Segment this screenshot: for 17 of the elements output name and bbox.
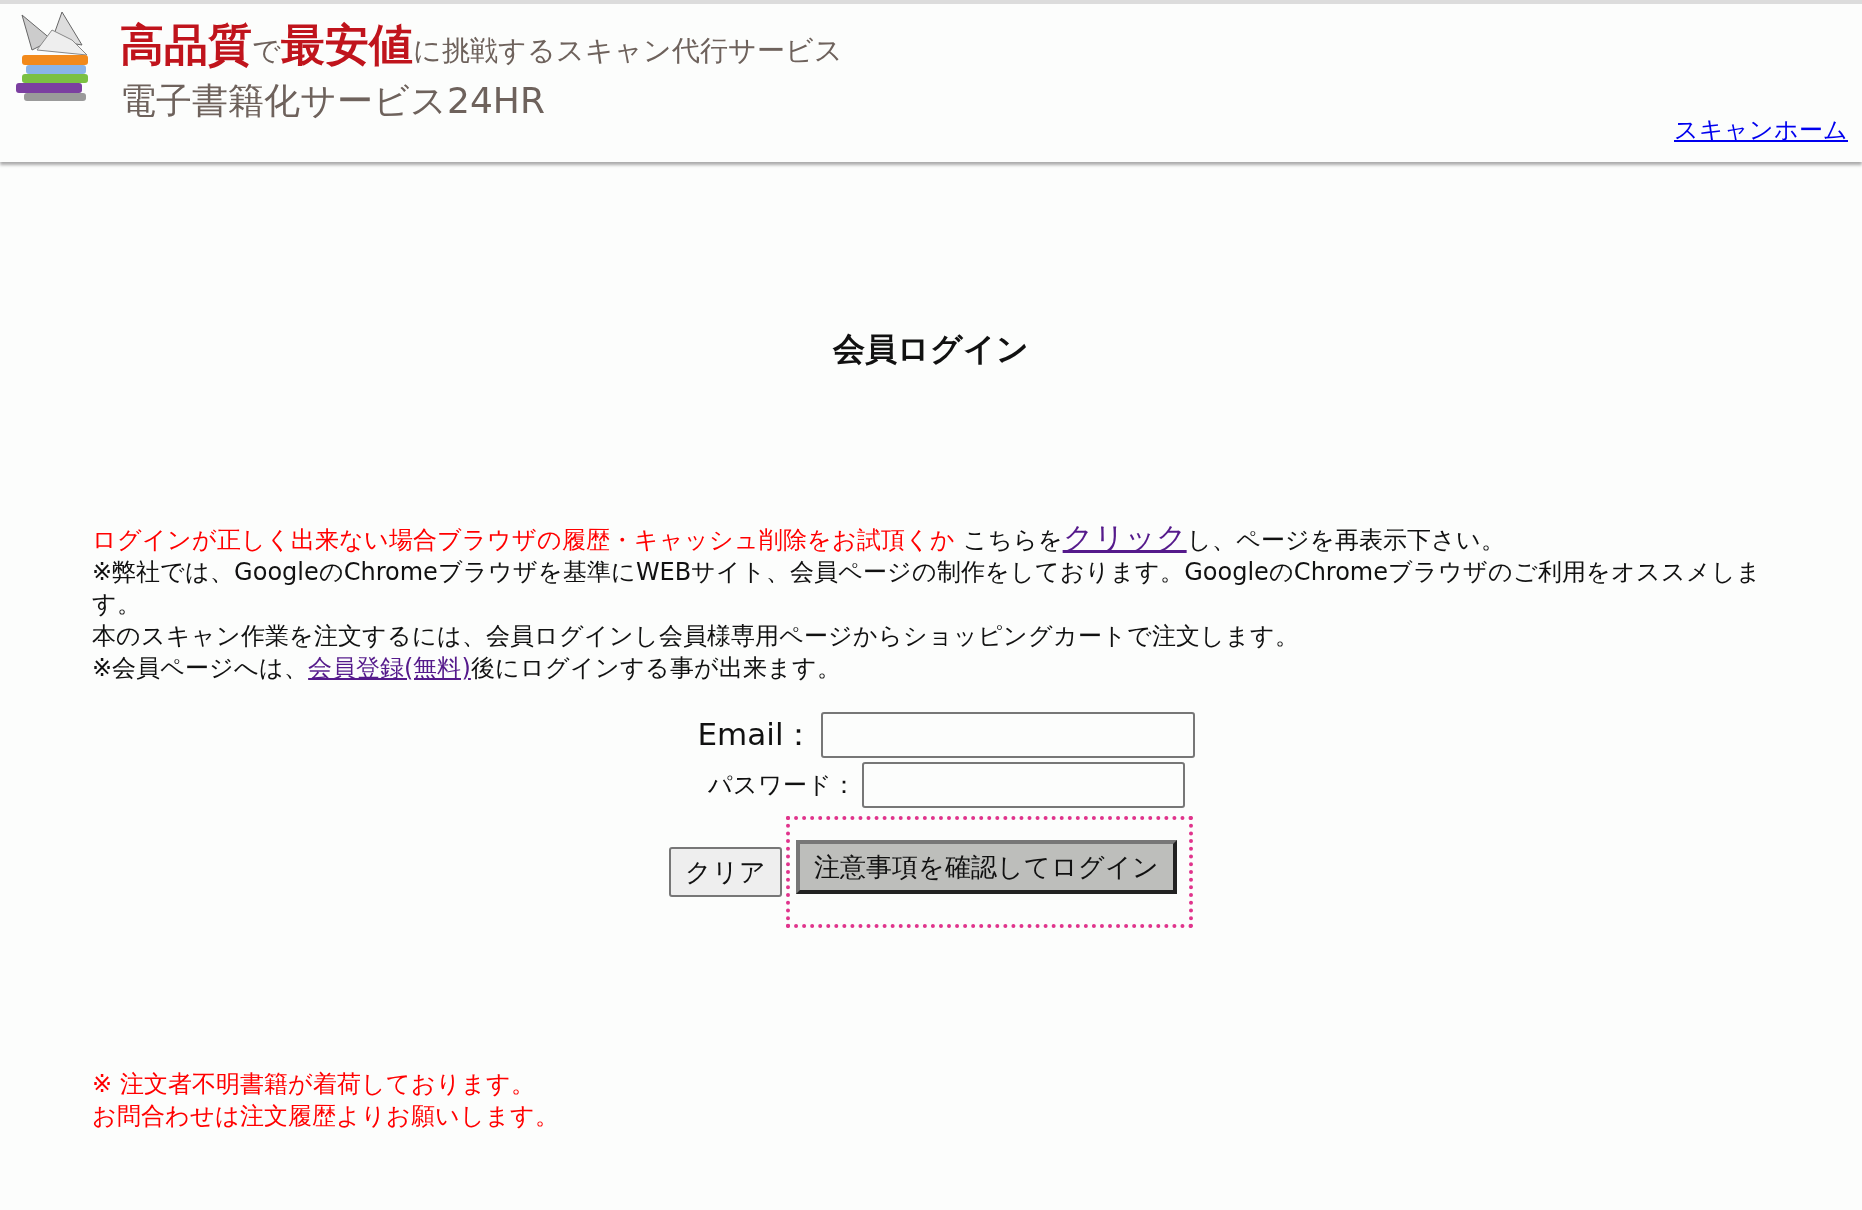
login-button[interactable]: 注意事項を確認してログイン: [796, 840, 1177, 894]
registration-text: ※会員ページへは、会員登録(無料)後にログインする事が出来ます。: [92, 653, 842, 684]
email-field[interactable]: [820, 712, 1195, 758]
login-trouble-notice: ログインが正しく出来ない場合ブラウザの履歴・キャッシュ削除をお試頂くか: [92, 526, 955, 554]
email-label: Email：: [697, 715, 815, 754]
info-text: ※弊社では、GoogleのChromeブラウザを基準にWEBサイト、会員ページの制作をしております。GoogleのChromeブラウザのご利用をオススメします。: [92, 557, 1762, 620]
page-title: 会員ログイン: [832, 329, 1030, 370]
order-notice: お問合わせは注文履歴よりお願いします。: [92, 1101, 560, 1132]
info-text: 本のスキャン作業を注文するには、会員ログインし会員様専用ページからショッピングカートで注文します。: [92, 621, 1300, 652]
password-field[interactable]: [861, 762, 1185, 808]
order-notice: ※ 注文者不明書籍が着荷しております。: [92, 1069, 536, 1100]
site-tagline: 高品質で最安値に挑戦するスキャン代行サービス: [120, 18, 843, 72]
registration-link[interactable]: 会員登録(無料): [308, 654, 471, 682]
scan-home-link[interactable]: スキャンホーム: [1674, 114, 1848, 146]
service-name: 電子書籍化サービス24HR: [120, 79, 546, 123]
clear-button[interactable]: クリア: [669, 847, 782, 897]
password-label: パスワード：: [707, 770, 856, 801]
